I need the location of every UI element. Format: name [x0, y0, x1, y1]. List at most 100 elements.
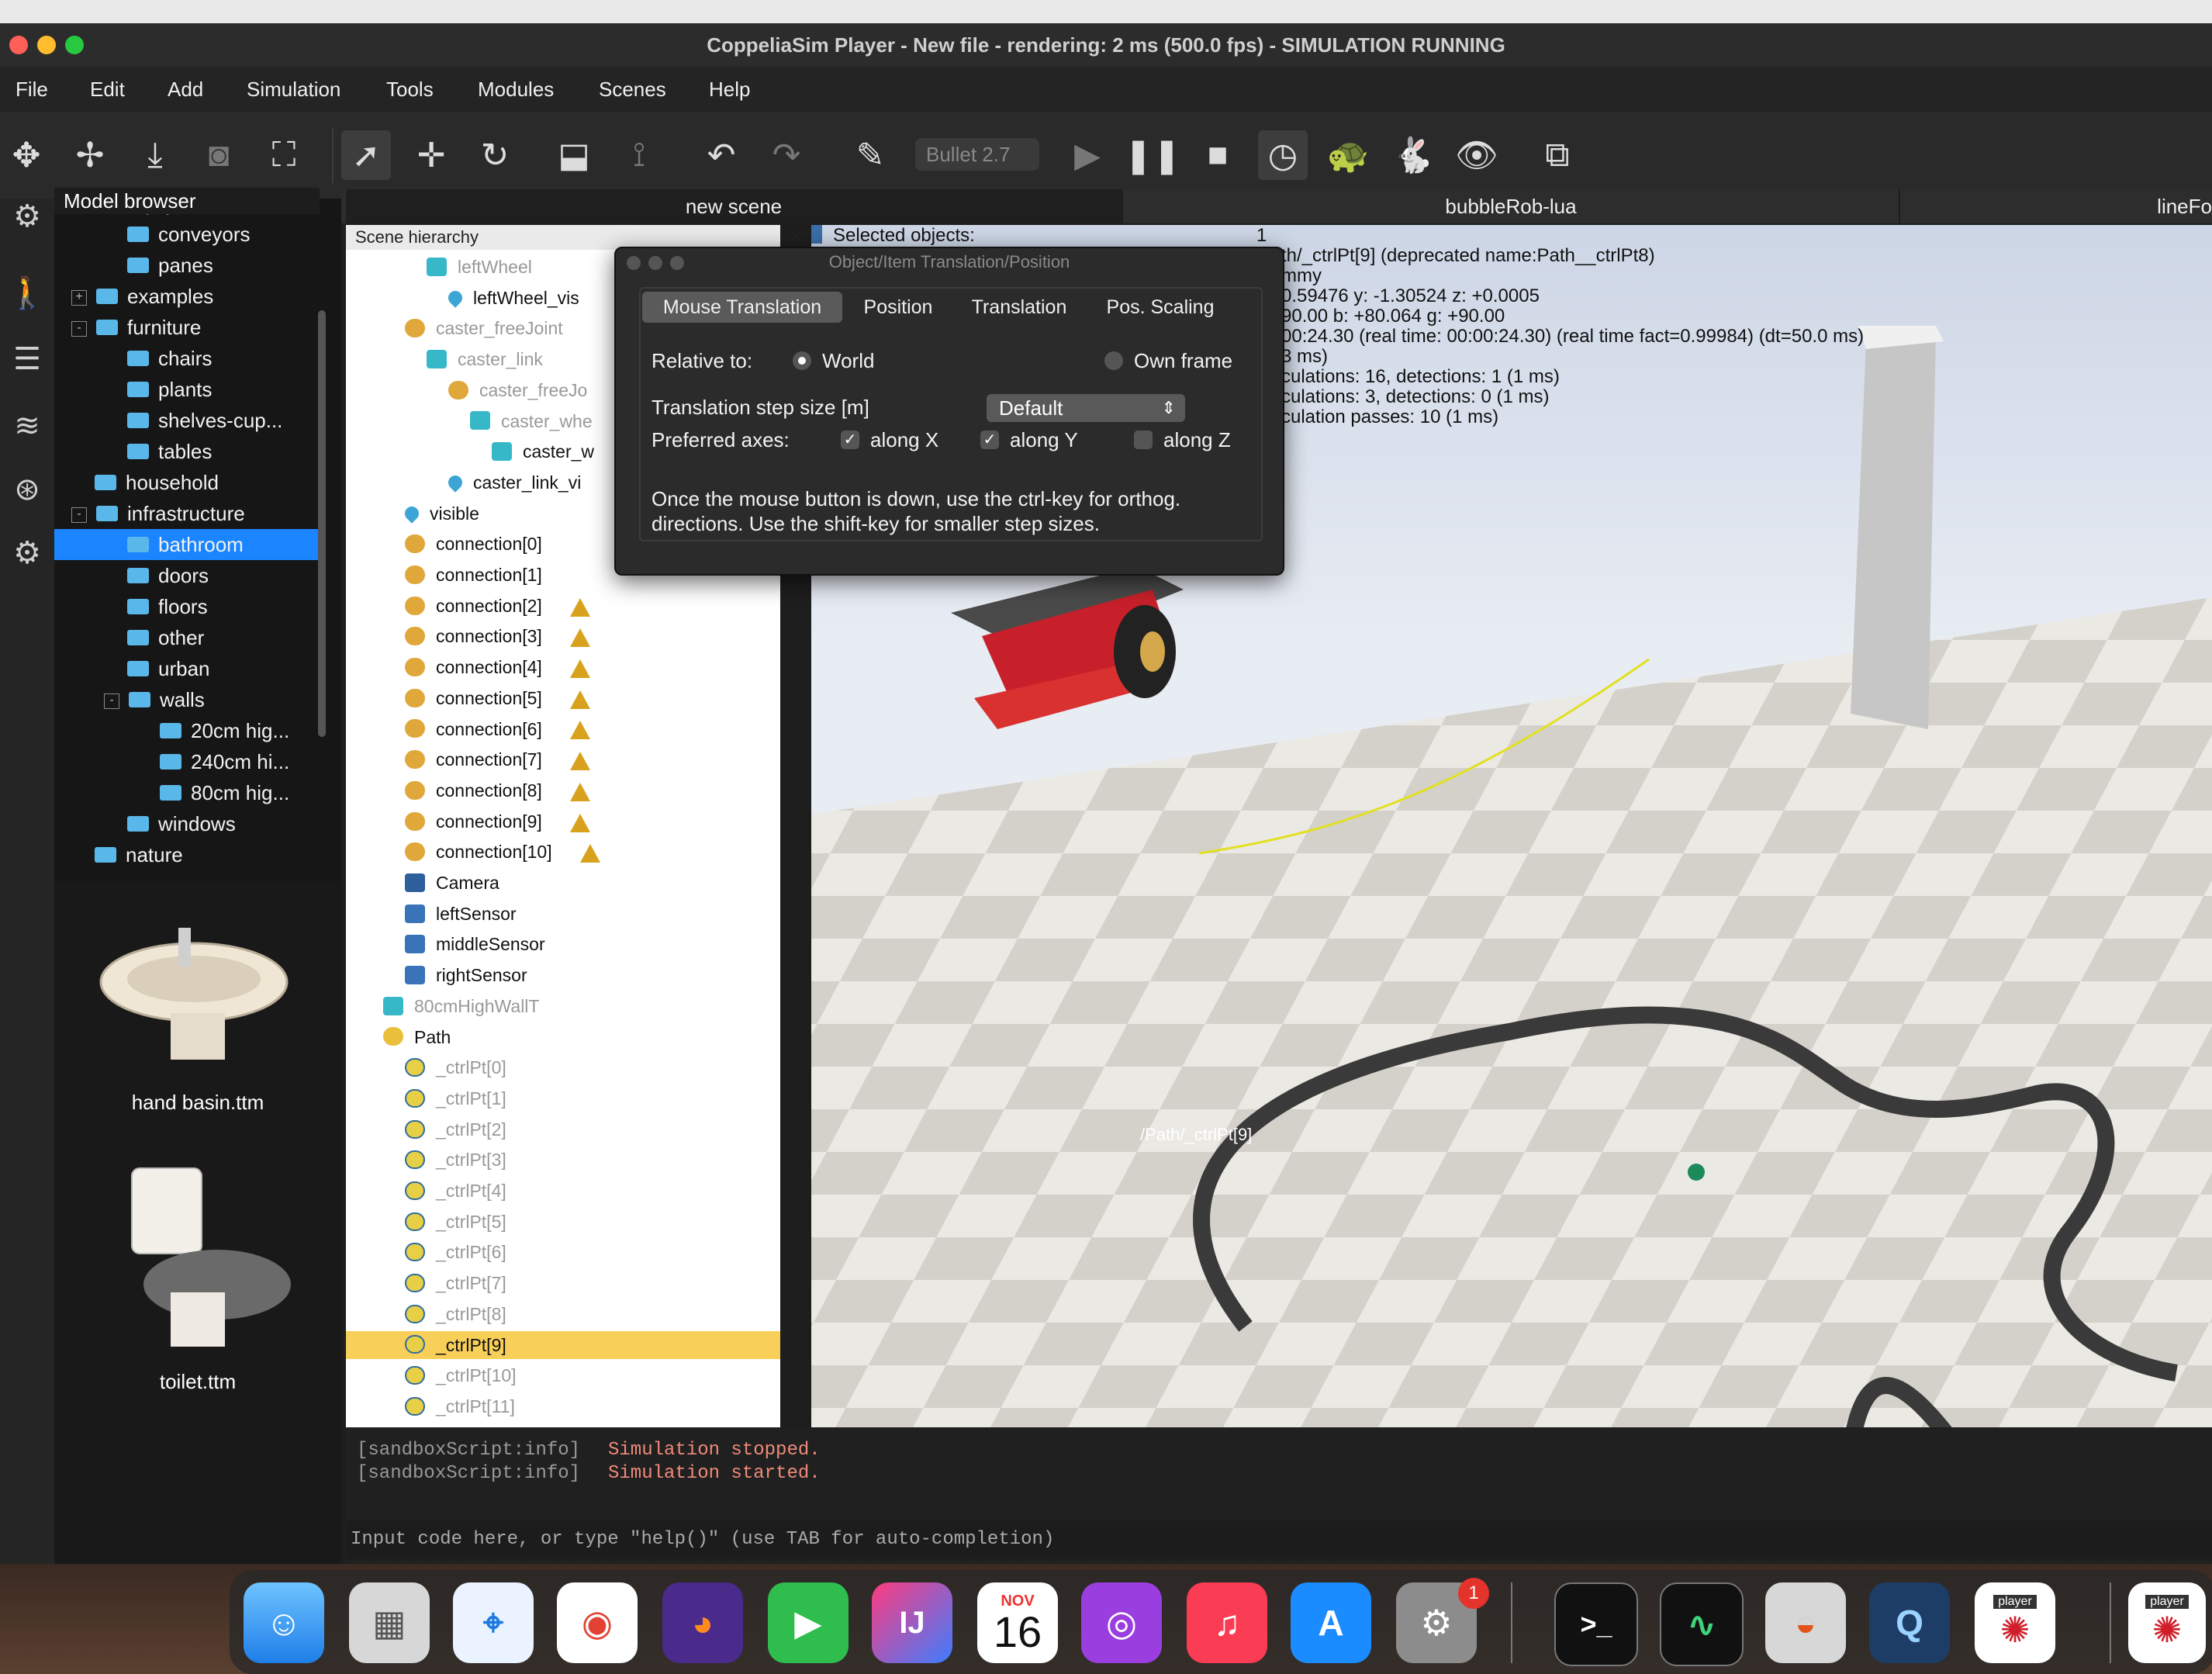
- intellij-icon[interactable]: IJ: [872, 1582, 952, 1663]
- model-folder-12[interactable]: doors: [54, 560, 318, 591]
- along-z-checkbox[interactable]: along Z: [1134, 428, 1231, 452]
- hierarchy-row[interactable]: leftSensor: [346, 900, 780, 928]
- menu-file[interactable]: File: [16, 67, 48, 112]
- hierarchy-row[interactable]: _ctrlPt[12]: [346, 1423, 780, 1428]
- tab-translation[interactable]: Translation: [954, 292, 1084, 323]
- hierarchy-row[interactable]: _ctrlPt[5]: [346, 1208, 780, 1236]
- menu-simulation[interactable]: Simulation: [247, 67, 340, 112]
- music-icon[interactable]: ♫: [1187, 1582, 1267, 1663]
- toilet-thumbnail[interactable]: [101, 1160, 302, 1354]
- collapse-icon[interactable]: -: [71, 507, 87, 524]
- hierarchy-row[interactable]: _ctrlPt[3]: [346, 1146, 780, 1174]
- hierarchy-row[interactable]: 80cmHighWallT: [346, 992, 780, 1020]
- model-folder-5[interactable]: chairs: [54, 343, 318, 374]
- launchpad-icon[interactable]: ▦: [349, 1582, 430, 1663]
- coppeliasim-icon[interactable]: ◒: [1765, 1582, 1846, 1663]
- facetime-icon[interactable]: ▶: [768, 1582, 849, 1663]
- hierarchy-row[interactable]: connection[8]: [346, 776, 780, 804]
- hierarchy-row[interactable]: _ctrlPt[8]: [346, 1300, 780, 1328]
- model-folder-3[interactable]: + examples: [54, 281, 318, 312]
- model-folder-2[interactable]: panes: [54, 250, 318, 281]
- hierarchy-row[interactable]: _ctrlPt[9]: [346, 1330, 780, 1359]
- menu-modules[interactable]: Modules: [478, 67, 554, 112]
- play-icon[interactable]: ▶: [1063, 130, 1112, 180]
- hierarchy-row[interactable]: _ctrlPt[7]: [346, 1269, 780, 1297]
- collapse-icon[interactable]: -: [71, 321, 87, 337]
- model-folder-9[interactable]: household: [54, 467, 318, 498]
- path-edit-icon[interactable]: ⟟: [614, 130, 664, 180]
- model-browser-scrollbar[interactable]: [318, 310, 326, 737]
- select-icon[interactable]: ➚: [341, 130, 391, 180]
- model-folder-4[interactable]: - furniture: [54, 312, 318, 343]
- calendar-icon[interactable]: NOV 16: [977, 1582, 1058, 1663]
- camera-icon[interactable]: ◙: [194, 130, 244, 180]
- model-folder-10[interactable]: - infrastructure: [54, 498, 318, 529]
- model-folder-20[interactable]: windows: [54, 808, 318, 839]
- slower-icon[interactable]: 🐢: [1323, 130, 1373, 180]
- hierarchy-row[interactable]: connection[5]: [346, 684, 780, 712]
- video-recorder-icon[interactable]: ⊛: [5, 472, 50, 517]
- rotate-icon[interactable]: ✢: [65, 130, 115, 180]
- terminal-icon[interactable]: >_: [1554, 1582, 1638, 1666]
- hierarchy-row[interactable]: connection[2]: [346, 592, 780, 620]
- physics-engine-select[interactable]: Bullet 2.7: [915, 138, 1039, 171]
- model-folder-18[interactable]: 240cm hi...: [54, 746, 318, 777]
- tab-linefo[interactable]: lineFo: [1900, 189, 2212, 223]
- hierarchy-row[interactable]: rightSensor: [346, 961, 780, 989]
- hierarchy-row[interactable]: _ctrlPt[11]: [346, 1392, 780, 1420]
- assemble-icon[interactable]: ⬓: [549, 130, 599, 180]
- quicktime-icon[interactable]: Q: [1869, 1582, 1950, 1663]
- object-properties-icon[interactable]: ⚙: [5, 199, 50, 244]
- hierarchy-row[interactable]: Path: [346, 1023, 780, 1051]
- model-folder-8[interactable]: tables: [54, 436, 318, 467]
- safari-icon[interactable]: ⌖: [453, 1582, 534, 1663]
- dynamics-icon[interactable]: ✎: [845, 130, 895, 180]
- hierarchy-row[interactable]: _ctrlPt[6]: [346, 1238, 780, 1266]
- faster-icon[interactable]: 🐇: [1388, 130, 1438, 180]
- firefox-icon[interactable]: ◕: [662, 1582, 743, 1663]
- close-hierarchy-icon[interactable]: ✕: [788, 225, 805, 249]
- model-folder-14[interactable]: other: [54, 622, 318, 653]
- model-folder-21[interactable]: nature: [54, 839, 318, 866]
- realtime-icon[interactable]: ◷: [1258, 130, 1308, 180]
- hierarchy-row[interactable]: Camera: [346, 869, 780, 897]
- podcasts-icon[interactable]: ◎: [1081, 1582, 1162, 1663]
- tab-mouse-translation[interactable]: Mouse Translation: [642, 292, 842, 323]
- model-folder-11[interactable]: bathroom: [54, 529, 318, 560]
- undo-icon[interactable]: ↶: [696, 130, 746, 180]
- code-input[interactable]: Input code here, or type "help()" (use T…: [346, 1520, 2212, 1559]
- ctrl-point-marker[interactable]: [1688, 1164, 1705, 1181]
- rotate-object-icon[interactable]: ↻: [470, 130, 520, 180]
- hierarchy-row[interactable]: connection[6]: [346, 715, 780, 743]
- menu-add[interactable]: Add: [168, 67, 203, 112]
- chrome-icon[interactable]: ◉: [557, 1582, 638, 1663]
- menu-edit[interactable]: Edit: [90, 67, 125, 112]
- redo-icon[interactable]: ↷: [762, 130, 811, 180]
- hierarchy-row[interactable]: connection[3]: [346, 622, 780, 650]
- move-icon[interactable]: ✥: [2, 130, 51, 180]
- hierarchy-row[interactable]: _ctrlPt[10]: [346, 1361, 780, 1389]
- step-size-select[interactable]: Default ⇕: [987, 394, 1185, 422]
- hierarchy-row[interactable]: _ctrlPt[0]: [346, 1053, 780, 1081]
- along-y-checkbox[interactable]: ✓ along Y: [980, 428, 1078, 452]
- model-folder-17[interactable]: 20cm hig...: [54, 715, 318, 746]
- model-browser-icon[interactable]: 🚶: [5, 275, 50, 320]
- pause-icon[interactable]: ❚❚: [1124, 130, 1181, 180]
- hierarchy-row[interactable]: connection[9]: [346, 808, 780, 835]
- player2-icon[interactable]: player ✺: [2128, 1582, 2206, 1663]
- fit-view-icon[interactable]: ⛶: [259, 130, 309, 180]
- scene-hierarchy-icon[interactable]: ☰: [5, 341, 50, 386]
- hierarchy-row[interactable]: connection[4]: [346, 653, 780, 681]
- activity-monitor-icon[interactable]: ∿: [1660, 1582, 1744, 1666]
- shift-icon[interactable]: ⤓: [130, 130, 180, 180]
- appstore-icon[interactable]: A: [1291, 1582, 1371, 1663]
- model-folder-6[interactable]: plants: [54, 374, 318, 405]
- translate-object-icon[interactable]: ✛: [406, 130, 456, 180]
- layers-icon[interactable]: ≋: [5, 408, 50, 453]
- collapse-icon[interactable]: -: [104, 693, 119, 710]
- page-select-icon[interactable]: ⧉: [1533, 130, 1582, 180]
- user-settings-icon[interactable]: ⚙: [5, 535, 50, 580]
- wall-object[interactable]: [1843, 326, 1951, 745]
- tab-bubblerob-lua[interactable]: bubbleRob-lua: [1123, 189, 1900, 223]
- menu-tools[interactable]: Tools: [386, 67, 434, 112]
